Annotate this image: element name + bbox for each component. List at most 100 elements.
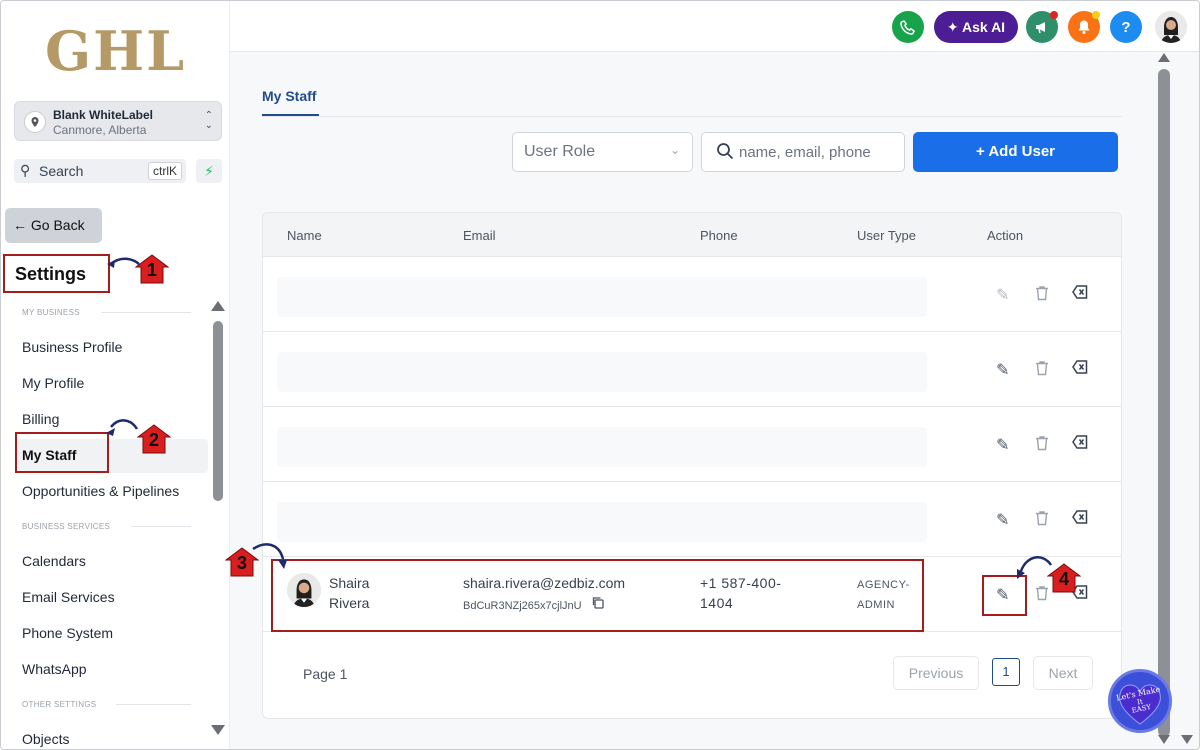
sidebar: GHL Blank WhiteLabel Canmore, Alberta ⌃ ⌄… — [1, 1, 230, 749]
notification-dot — [1050, 11, 1058, 19]
sidebar-scrollbar[interactable] — [213, 321, 223, 501]
trash-icon[interactable] — [1035, 285, 1049, 306]
company-logo: GHL — [45, 19, 187, 83]
column-header-email: Email — [463, 228, 496, 243]
redacted-content — [277, 352, 927, 392]
scroll-up-arrow[interactable] — [211, 301, 225, 311]
table-row: ✎ — [263, 407, 1121, 482]
sidebar-item-objects[interactable]: Objects — [22, 731, 69, 747]
ask-ai-label: Ask AI — [962, 19, 1006, 35]
app-window: GHL Blank WhiteLabel Canmore, Alberta ⌃ ⌄… — [0, 0, 1200, 750]
annotation-number: 2 — [148, 430, 159, 450]
section-business-services: BUSINESS SERVICES — [22, 522, 111, 531]
settings-title: Settings — [3, 254, 110, 293]
annotation-arrow — [106, 419, 139, 436]
sidebar-item-billing[interactable]: Billing — [22, 411, 59, 427]
sidebar-search[interactable]: ⚲ Search ctrlK — [14, 159, 186, 183]
deactivate-icon[interactable] — [1072, 510, 1088, 529]
chevron-up-down-icon: ⌃ ⌄ — [204, 110, 213, 131]
redacted-content — [277, 277, 927, 317]
divider — [131, 526, 191, 527]
watermark-logo: Let's Make It EASY — [1108, 669, 1172, 733]
search-icon — [716, 142, 734, 165]
user-avatar[interactable] — [1155, 11, 1187, 43]
deactivate-icon[interactable] — [1072, 285, 1088, 304]
divider — [262, 116, 1122, 117]
chevron-down-icon: ⌄ — [669, 143, 680, 157]
page-number-button[interactable]: 1 — [992, 658, 1020, 686]
table-row: ✎ — [263, 257, 1121, 332]
annotation-badge-3: 3 — [225, 547, 259, 577]
arrow-left-icon: ← — [13, 217, 27, 233]
shortcut-badge: ctrlK — [148, 162, 182, 180]
pagination: Page 1 Previous 1 Next — [263, 633, 1121, 713]
annotation-box-user-row — [271, 559, 924, 632]
location-pin-icon — [24, 111, 46, 133]
edit-icon[interactable]: ✎ — [996, 435, 1009, 455]
deactivate-icon[interactable] — [1072, 360, 1088, 379]
trash-icon[interactable] — [1035, 510, 1049, 531]
sidebar-item-my-staff[interactable]: My Staff — [22, 447, 76, 463]
top-bar: ✦ Ask AI ? — [230, 1, 1199, 52]
go-back-button[interactable]: ← Go Back — [5, 208, 102, 243]
edit-icon[interactable]: ✎ — [996, 510, 1009, 530]
previous-button[interactable]: Previous — [893, 656, 979, 690]
section-my-business: MY BUSINESS — [22, 308, 80, 317]
search-icon: ⚲ — [20, 162, 31, 178]
lightning-icon[interactable]: ⚡ — [196, 159, 222, 183]
sparkle-icon: ✦ — [946, 19, 959, 35]
notification-dot — [1092, 11, 1100, 19]
page-scrollbar[interactable] — [1158, 69, 1170, 737]
sidebar-item-whatsapp[interactable]: WhatsApp — [22, 661, 87, 677]
account-name: Blank WhiteLabel — [53, 108, 154, 122]
scroll-down-arrow[interactable] — [1158, 735, 1170, 744]
column-header-user-type: User Type — [857, 228, 917, 243]
user-role-placeholder: User Role — [524, 143, 596, 160]
sidebar-item-business-profile[interactable]: Business Profile — [22, 339, 122, 355]
page-label: Page 1 — [303, 666, 348, 682]
deactivate-icon[interactable] — [1072, 435, 1088, 454]
section-other-settings: OTHER SETTINGS — [22, 700, 97, 709]
redacted-content — [277, 502, 927, 542]
account-switcher[interactable]: Blank WhiteLabel Canmore, Alberta ⌃ ⌄ — [14, 101, 222, 141]
scroll-down-arrow[interactable] — [211, 725, 225, 735]
help-label: ? — [1121, 18, 1131, 36]
scroll-up-arrow[interactable] — [1158, 53, 1170, 62]
scroll-down-arrow[interactable] — [1181, 735, 1193, 744]
divider — [116, 704, 191, 705]
edit-icon[interactable]: ✎ — [996, 285, 1009, 305]
column-header-action: Action — [987, 228, 1024, 243]
trash-icon[interactable] — [1035, 360, 1049, 381]
annotation-arrow — [252, 543, 287, 569]
staff-table: Name Email Phone User Type Action ✎ ✎ ✎ — [262, 212, 1122, 719]
trash-icon[interactable] — [1035, 435, 1049, 456]
sidebar-item-phone-system[interactable]: Phone System — [22, 625, 113, 641]
table-row: ✎ — [263, 482, 1121, 557]
table-header: Name Email Phone User Type Action — [263, 213, 1121, 257]
sidebar-item-email-services[interactable]: Email Services — [22, 589, 115, 605]
phone-icon[interactable] — [892, 11, 924, 43]
staff-search-input[interactable] — [739, 141, 871, 163]
sidebar-item-my-profile[interactable]: My Profile — [22, 375, 84, 391]
sidebar-search-label: Search — [39, 163, 84, 179]
next-button[interactable]: Next — [1033, 656, 1093, 690]
column-header-name: Name — [287, 228, 322, 243]
annotation-badge-2: 2 — [137, 424, 171, 454]
account-location: Canmore, Alberta — [53, 123, 147, 137]
edit-icon[interactable]: ✎ — [996, 360, 1009, 380]
help-icon[interactable]: ? — [1110, 11, 1142, 43]
annotation-arrow — [1017, 556, 1053, 579]
sidebar-item-calendars[interactable]: Calendars — [22, 553, 86, 569]
user-role-select[interactable]: User Role ⌄ — [512, 132, 693, 172]
ask-ai-button[interactable]: ✦ Ask AI — [934, 11, 1018, 43]
column-header-phone: Phone — [700, 228, 738, 243]
redacted-content — [277, 427, 927, 467]
divider — [101, 312, 191, 313]
add-user-button[interactable]: + Add User — [913, 132, 1118, 172]
go-back-label: Go Back — [30, 217, 85, 233]
annotation-arrow — [107, 257, 140, 268]
table-row: ✎ — [263, 332, 1121, 407]
tab-my-staff[interactable]: My Staff — [262, 88, 316, 104]
sidebar-item-opportunities[interactable]: Opportunities & Pipelines — [22, 483, 179, 499]
staff-search — [701, 132, 905, 172]
